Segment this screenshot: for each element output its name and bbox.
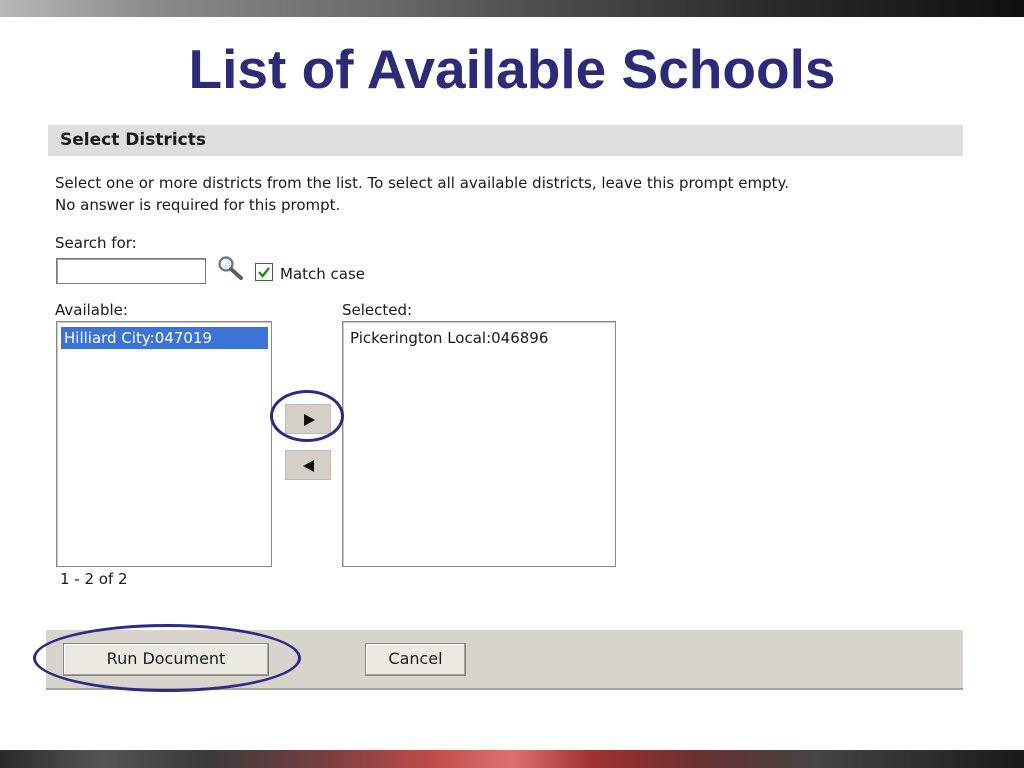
add-to-selected-button[interactable] (285, 404, 331, 434)
magnifier-icon[interactable] (216, 254, 244, 282)
search-input[interactable] (56, 258, 206, 284)
match-case-checkbox[interactable] (255, 263, 273, 281)
selected-listbox[interactable]: Pickerington Local:046896 (342, 321, 616, 567)
section-header: Select Districts (48, 125, 963, 156)
bottom-decorative-bar (0, 750, 1024, 768)
section-header-label: Select Districts (60, 130, 206, 150)
pager-text: 1 - 2 of 2 (60, 570, 128, 588)
run-document-button[interactable]: Run Document (63, 643, 269, 676)
list-item[interactable]: Pickerington Local:046896 (347, 327, 548, 349)
available-listbox[interactable]: Hilliard City:047019 (56, 321, 272, 567)
match-case-label: Match case (280, 265, 366, 283)
page-title: List of Available Schools (188, 38, 836, 100)
top-decorative-bar (0, 0, 1024, 17)
cancel-button[interactable]: Cancel (365, 643, 466, 676)
action-bar: Run Document Cancel (46, 630, 963, 690)
search-label: Search for: (55, 234, 137, 252)
right-arrow-icon (304, 414, 315, 426)
prompt-description: Select one or more districts from the li… (55, 172, 955, 216)
prompt-description-line1: Select one or more districts from the li… (55, 174, 790, 192)
available-label: Available: (55, 301, 128, 319)
remove-from-selected-button[interactable] (285, 450, 331, 480)
prompt-description-line2: No answer is required for this prompt. (55, 196, 341, 214)
checkmark-icon (258, 267, 270, 278)
left-arrow-icon (303, 460, 314, 472)
selected-label: Selected: (342, 301, 413, 319)
list-item[interactable]: Hilliard City:047019 (61, 327, 268, 349)
